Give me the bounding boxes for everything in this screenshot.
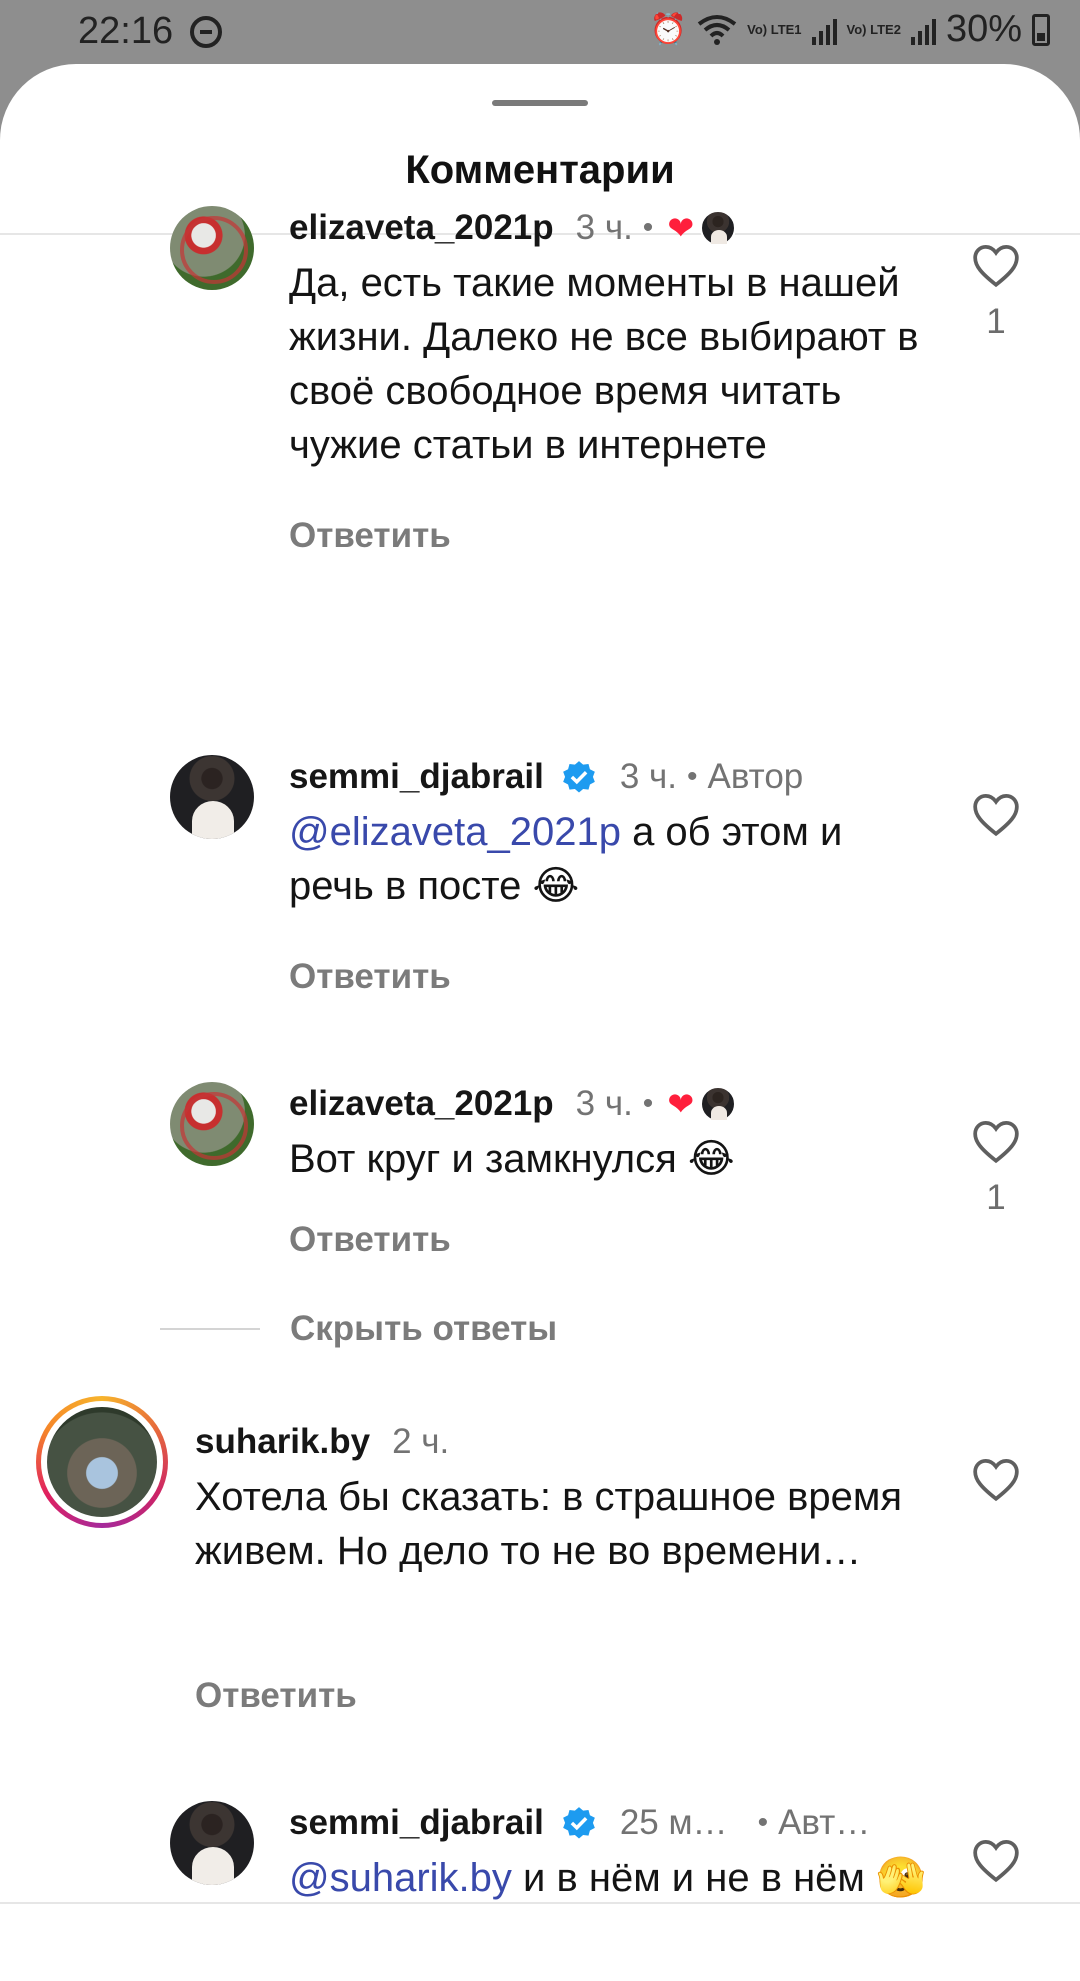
- thread-line: [160, 1328, 260, 1330]
- comment-text: Вот круг и замкнулся 😂: [289, 1137, 735, 1181]
- like-button[interactable]: 1: [971, 1118, 1021, 1218]
- comment-time: 2 ч.: [392, 1422, 450, 1461]
- signal-icon: [811, 15, 837, 45]
- sim2-label: Vo) LTE2: [846, 22, 901, 37]
- comment-meta: elizaveta_2021p 3 ч. • ❤: [289, 1082, 737, 1126]
- comments-sheet: Комментарии elizaveta_2021p 3 ч. • ❤ Да,…: [0, 64, 1080, 1981]
- separator-dot: •: [687, 760, 698, 793]
- comment-meta: semmi_djabrail 3 ч. • Автор: [289, 755, 803, 799]
- dnd-icon: [190, 16, 222, 48]
- comment-username[interactable]: elizaveta_2021p: [289, 208, 554, 248]
- comment-text: @suharik.by и в нём и не в нём 🫣: [289, 1851, 929, 1905]
- reply-button[interactable]: Ответить: [289, 1220, 451, 1260]
- sim1-label: Vo) LTE1: [747, 22, 802, 37]
- battery-percent: 30%: [945, 8, 1022, 50]
- avatar[interactable]: [170, 1801, 254, 1885]
- bottom-divider: [0, 1902, 1080, 1904]
- author-liked-heart-icon: ❤: [667, 1086, 695, 1122]
- alarm-icon: ⏰: [649, 13, 688, 46]
- status-icons: ⏰ Vo) LTE1 Vo) LTE2 30%: [650, 8, 1050, 51]
- separator-dot: •: [642, 1087, 654, 1120]
- avatar: [47, 1407, 157, 1517]
- reply-button[interactable]: Ответить: [195, 1676, 357, 1716]
- sheet-drag-handle[interactable]: [492, 100, 588, 106]
- battery-icon: [1032, 13, 1050, 46]
- comment-text: Да, есть такие моменты в нашей жизни. Да…: [289, 261, 919, 467]
- comment-body: и в нём и не в нём 🫣: [511, 1856, 926, 1900]
- verified-badge-icon: [560, 758, 598, 796]
- heart-outline-icon: [973, 244, 1019, 288]
- reply-button[interactable]: Ответить: [289, 957, 451, 997]
- heart-outline-icon: [973, 1458, 1019, 1502]
- reply-button[interactable]: Ответить: [289, 516, 451, 556]
- comment-text: @elizaveta_2021p а об этом и речь в пост…: [289, 805, 929, 913]
- verified-badge-icon: [560, 1804, 598, 1842]
- mention-link[interactable]: @elizaveta_2021p: [289, 810, 621, 854]
- comment-meta: suharik.by 2 ч.: [195, 1420, 449, 1464]
- comment-meta: elizaveta_2021p 3 ч. • ❤: [289, 206, 737, 250]
- separator-dot: •: [642, 211, 654, 244]
- comment-username[interactable]: suharik.by: [195, 1422, 370, 1462]
- heart-outline-icon: [973, 1839, 1019, 1883]
- wifi-icon: [697, 14, 737, 45]
- comment-username[interactable]: semmi_djabrail: [289, 1803, 544, 1843]
- comment-time: 3 ч.: [575, 208, 633, 247]
- author-liker-avatar: [700, 1086, 737, 1122]
- comment-username[interactable]: semmi_djabrail: [289, 757, 544, 797]
- author-label: Авт…: [778, 1803, 871, 1842]
- comment-meta: semmi_djabrail 25 м… • Авт…: [289, 1801, 870, 1845]
- comment-time: 3 ч.: [619, 757, 677, 796]
- comment-text: Хотела бы сказать: в страшное время живе…: [195, 1475, 902, 1573]
- avatar[interactable]: [170, 1082, 254, 1166]
- hide-replies-toggle[interactable]: Скрыть ответы: [160, 1309, 557, 1349]
- signal-icon: [910, 15, 936, 45]
- story-ring-avatar[interactable]: [36, 1396, 168, 1528]
- avatar[interactable]: [170, 206, 254, 290]
- hide-replies-label: Скрыть ответы: [290, 1309, 558, 1348]
- comment-time: 25 м…: [619, 1803, 728, 1842]
- like-button[interactable]: 1: [971, 242, 1021, 342]
- comment-time: 3 ч.: [575, 1084, 633, 1123]
- mention-link[interactable]: @suharik.by: [289, 1856, 512, 1900]
- status-bar: 22:16 ⏰ Vo) LTE1 Vo) LTE2 30%: [0, 0, 1080, 64]
- author-liked-heart-icon: ❤: [667, 210, 695, 246]
- heart-outline-icon: [973, 793, 1019, 837]
- like-button[interactable]: [971, 791, 1021, 837]
- like-button[interactable]: [971, 1456, 1021, 1502]
- avatar[interactable]: [170, 755, 254, 839]
- like-button[interactable]: [971, 1837, 1021, 1883]
- author-liker-avatar: [700, 210, 737, 246]
- comment-username[interactable]: elizaveta_2021p: [289, 1084, 554, 1124]
- heart-outline-icon: [973, 1120, 1019, 1164]
- like-count: 1: [986, 302, 1006, 341]
- like-count: 1: [986, 1178, 1006, 1217]
- author-label: Автор: [707, 757, 804, 796]
- separator-dot: •: [757, 1806, 769, 1839]
- status-time: 22:16: [78, 10, 174, 52]
- sheet-title: Комментарии: [405, 148, 675, 192]
